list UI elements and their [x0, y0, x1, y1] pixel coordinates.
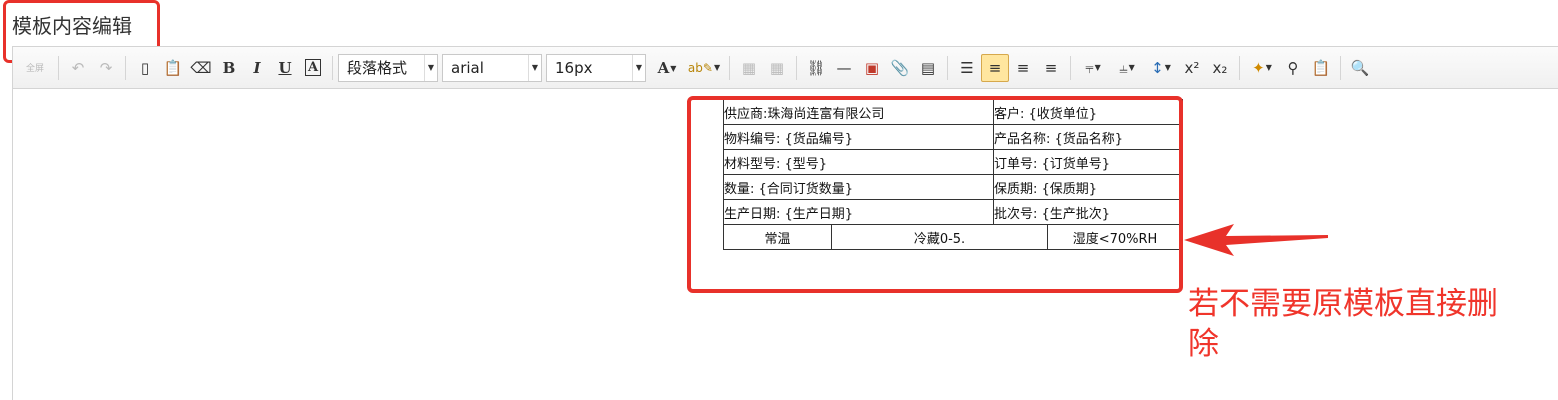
toolbar-separator	[947, 55, 948, 80]
chevron-down-icon: ▼	[1094, 63, 1101, 72]
annotation-note: 若不需要原模板直接删除	[1188, 286, 1498, 362]
toolbar-separator	[1340, 55, 1341, 80]
magic-wand-icon: ✦	[1252, 58, 1265, 77]
clipboard-icon: 📋	[1311, 58, 1331, 77]
clear-format-button[interactable]: ⌫	[187, 54, 215, 82]
spacing-top-icon: ⫧	[1085, 58, 1094, 77]
horizontal-rule-button[interactable]: —	[830, 54, 858, 82]
chevron-down-icon: ▼	[528, 54, 541, 81]
link-icon: ⛓	[806, 58, 826, 77]
line-height-button[interactable]: ↕ ▼	[1144, 54, 1178, 82]
font-size-value: 16px	[555, 58, 593, 77]
insert-media-button[interactable]: ▤	[914, 54, 942, 82]
new-document-button[interactable]: ▯	[131, 54, 159, 82]
chevron-down-icon: ▼	[1164, 63, 1171, 72]
font-border-icon: A	[304, 59, 322, 76]
font-family-value: arial	[451, 58, 484, 77]
subscript-button[interactable]: x₂	[1206, 54, 1234, 82]
bold-button[interactable]: B	[215, 54, 243, 82]
superscript-icon: x²	[1184, 58, 1200, 77]
paragraph-spacing-top-button[interactable]: ⫧ ▼	[1076, 54, 1110, 82]
chevron-down-icon: ▼	[713, 63, 721, 72]
font-color-icon: A	[657, 58, 670, 77]
italic-button[interactable]: I	[243, 54, 271, 82]
media-icon: ▤	[920, 58, 936, 77]
highlight-color-button[interactable]: ab✎ ▼	[684, 54, 724, 82]
font-family-select[interactable]: arial ▼	[442, 53, 542, 82]
spacing-bottom-icon: ⫨	[1119, 58, 1128, 77]
document-icon: ▯	[140, 58, 150, 77]
superscript-button[interactable]: x²	[1178, 54, 1206, 82]
subscript-icon: x₂	[1212, 58, 1228, 77]
preview-button[interactable]: 🔍	[1346, 54, 1374, 82]
toolbar-separator	[1239, 55, 1240, 80]
search-icon: 🔍	[1350, 58, 1370, 77]
attachment-button[interactable]: 📎	[886, 54, 914, 82]
chevron-down-icon: ▼	[670, 62, 677, 73]
highlighter-icon: ab✎	[687, 60, 713, 75]
align-right-button[interactable]: ≡	[1037, 54, 1065, 82]
find-replace-button[interactable]: ⚲	[1279, 54, 1307, 82]
paste-plain-text-button[interactable]: 📋	[159, 54, 187, 82]
italic-icon: I	[253, 58, 261, 77]
indent-button[interactable]: ☰	[953, 54, 981, 82]
align-center-button[interactable]: ≡	[1009, 54, 1037, 82]
table-icon: ▦	[741, 58, 757, 77]
editor-toolbar: 全屏 ↶ ↷ ▯ 📋 ⌫ B I U A 段落格式 ▼ arial ▼ 16px…	[13, 47, 1558, 89]
pointer-arrow	[1184, 224, 1328, 256]
binoculars-icon: ⚲	[1287, 58, 1299, 77]
template-button[interactable]: 📋	[1307, 54, 1335, 82]
toolbar-separator	[1070, 55, 1071, 80]
bold-icon: B	[222, 58, 236, 77]
align-center-icon: ≡	[1016, 58, 1030, 77]
insert-link-button[interactable]: ⛓	[802, 54, 830, 82]
align-left-icon: ≡	[988, 58, 1002, 77]
insert-table-button[interactable]: ▦	[735, 54, 763, 82]
table-highlight-box	[687, 96, 1183, 293]
insert-image-button[interactable]: ▣	[858, 54, 886, 82]
underline-icon: U	[278, 58, 292, 77]
horizontal-rule-icon: —	[836, 58, 852, 77]
paragraph-format-select[interactable]: 段落格式 ▼	[338, 53, 438, 82]
fullscreen-button[interactable]: 全屏	[17, 54, 53, 82]
toolbar-separator	[125, 55, 126, 80]
paragraph-format-value: 段落格式	[347, 59, 408, 77]
table-grid-icon: ▦	[769, 58, 785, 77]
redo-icon: ↷	[99, 58, 113, 77]
indent-icon: ☰	[960, 58, 974, 77]
undo-icon: ↶	[71, 58, 85, 77]
align-right-icon: ≡	[1044, 58, 1058, 77]
font-border-button[interactable]: A	[299, 54, 327, 82]
redo-button[interactable]: ↷	[92, 54, 120, 82]
chevron-down-icon: ▼	[424, 54, 437, 81]
toolbar-separator	[58, 55, 59, 80]
paragraph-spacing-bottom-button[interactable]: ⫨ ▼	[1110, 54, 1144, 82]
magic-format-button[interactable]: ✦ ▼	[1245, 54, 1279, 82]
toolbar-separator	[729, 55, 730, 80]
chevron-down-icon: ▼	[1128, 63, 1135, 72]
align-left-button[interactable]: ≡	[981, 53, 1009, 82]
underline-button[interactable]: U	[271, 54, 299, 82]
chevron-down-icon: ▼	[1265, 63, 1272, 72]
chevron-down-icon: ▼	[632, 54, 645, 81]
font-color-button[interactable]: A ▼	[650, 54, 684, 82]
image-icon: ▣	[864, 58, 880, 77]
paste-text-icon: 📋	[163, 58, 183, 77]
font-size-select[interactable]: 16px ▼	[546, 53, 646, 82]
toolbar-separator	[796, 55, 797, 80]
toolbar-separator	[332, 55, 333, 80]
table-grid-button[interactable]: ▦	[763, 54, 791, 82]
line-height-icon: ↕	[1151, 58, 1164, 77]
undo-button[interactable]: ↶	[64, 54, 92, 82]
eraser-icon: ⌫	[190, 58, 212, 77]
paperclip-icon: 📎	[890, 58, 910, 77]
